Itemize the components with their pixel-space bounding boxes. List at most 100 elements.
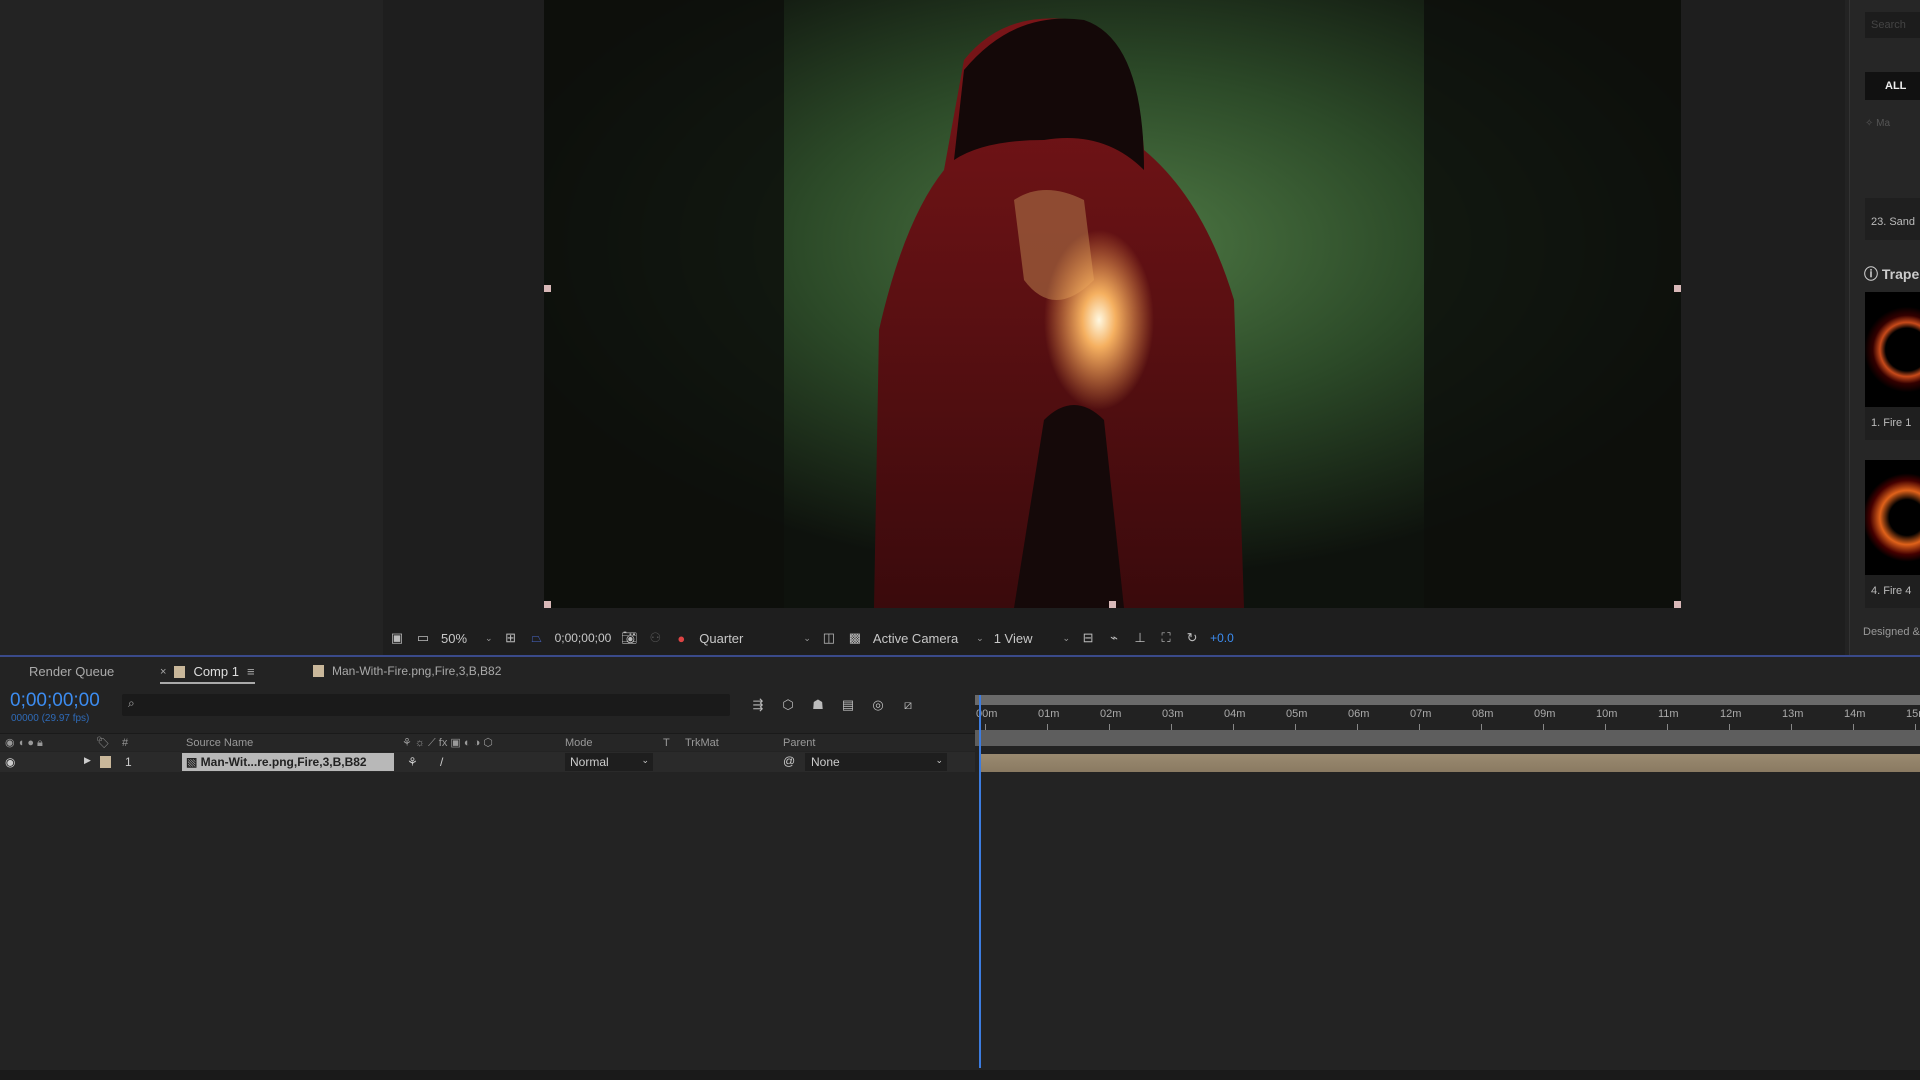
item-card[interactable]: 23. Sand bbox=[1865, 198, 1920, 240]
safe-margins-icon[interactable]: ⊞ bbox=[503, 630, 519, 646]
label-tag-icon: 🏷︎ bbox=[96, 737, 110, 749]
motion-blur-icon[interactable]: ◎ bbox=[870, 697, 886, 713]
ruler-tick: 12m bbox=[1720, 708, 1741, 730]
current-time[interactable]: 0;00;00;00 bbox=[555, 631, 612, 645]
search-input[interactable]: Search bbox=[1865, 12, 1920, 38]
column-parent: Parent bbox=[783, 737, 816, 749]
magic-wand-icon: ✧ bbox=[1865, 118, 1877, 129]
tab-footage[interactable]: Man-With-Fire.png,Fire,3,B,B82 bbox=[313, 664, 501, 678]
item-card[interactable]: 4. Fire 4 bbox=[1865, 460, 1920, 608]
parent-value: None bbox=[811, 755, 840, 769]
region-of-interest-icon[interactable]: ◫ bbox=[821, 630, 837, 646]
layer-duration-bar[interactable] bbox=[980, 754, 1920, 772]
ruler-tick: 07m bbox=[1410, 708, 1431, 730]
work-area-bar[interactable] bbox=[975, 695, 1920, 705]
draft-3d-icon[interactable]: ⬡ bbox=[780, 697, 796, 713]
footage-icon: ▧ bbox=[186, 755, 201, 769]
quality-switch-icon[interactable]: / bbox=[440, 755, 443, 769]
tab-label: Comp 1 bbox=[193, 664, 239, 679]
resolution-dropdown[interactable]: Quarter ⌄ bbox=[699, 631, 811, 646]
composition-image[interactable] bbox=[544, 0, 1681, 608]
reset-exposure-icon[interactable]: ↻ bbox=[1184, 630, 1200, 646]
layer-number: 1 bbox=[125, 755, 132, 769]
close-icon[interactable]: × bbox=[160, 666, 166, 678]
view-layout-dropdown[interactable]: 1 View ⌄ bbox=[994, 631, 1070, 646]
ruler-tick: 15m bbox=[1906, 708, 1920, 730]
column-source-name[interactable]: Source Name bbox=[186, 737, 253, 749]
pickwhip-icon[interactable]: @ bbox=[783, 754, 795, 768]
magic-label[interactable]: ✧ Ma bbox=[1865, 118, 1890, 129]
shy-layers-icon[interactable]: ☗ bbox=[810, 697, 826, 713]
timeline-icon[interactable]: ⊥ bbox=[1132, 630, 1148, 646]
tab-label: Man-With-Fire.png,Fire,3,B,B82 bbox=[332, 664, 502, 678]
mode-value: Normal bbox=[570, 755, 609, 769]
item-card[interactable]: 1. Fire 1 bbox=[1865, 292, 1920, 440]
menu-icon[interactable]: ≡ bbox=[247, 664, 255, 679]
collapse-switch-icon[interactable]: ⚘ bbox=[407, 755, 418, 769]
tab-comp-1[interactable]: × Comp 1 ≡ bbox=[160, 664, 255, 684]
viewer-toolbar: ▣ ▭ 50% ⌄ ⊞ ⏢ 0;00;00;00 📷︎ ⚇ ● Quarter ⌄ … bbox=[383, 624, 1845, 652]
item-label: 4. Fire 4 bbox=[1871, 585, 1912, 597]
label-swatch[interactable] bbox=[100, 756, 111, 768]
composition-viewer[interactable]: ▣ ▭ 50% ⌄ ⊞ ⏢ 0;00;00;00 📷︎ ⚇ ● Quarter ⌄ … bbox=[383, 0, 1845, 655]
mask-visibility-icon[interactable]: ⏢ bbox=[529, 630, 545, 646]
frame-blending-icon[interactable]: ▤ bbox=[840, 697, 856, 713]
channels-icon[interactable]: ● bbox=[673, 630, 689, 646]
ruler-tick: 06m bbox=[1348, 708, 1369, 730]
fire-thumbnail bbox=[1865, 460, 1920, 575]
item-label: 1. Fire 1 bbox=[1871, 417, 1912, 429]
magnification-dropdown[interactable]: 50% ⌄ bbox=[441, 631, 493, 646]
tab-render-queue[interactable]: Render Queue bbox=[29, 664, 114, 679]
eye-icon[interactable]: ◉ bbox=[5, 755, 15, 769]
time-navigator[interactable] bbox=[975, 730, 1920, 746]
fast-previews-icon[interactable]: ⌁ bbox=[1106, 630, 1122, 646]
show-snapshot-icon[interactable]: ⚇ bbox=[647, 630, 663, 646]
ruler-tick: 01m bbox=[1038, 708, 1059, 730]
ruler-tick: 11m bbox=[1658, 708, 1679, 730]
ruler-tick: 03m bbox=[1162, 708, 1183, 730]
ruler-tick: 08m bbox=[1472, 708, 1493, 730]
column-trkmat: TrkMat bbox=[685, 737, 719, 749]
ruler-tick: 04m bbox=[1224, 708, 1245, 730]
current-time-display[interactable]: 0;00;00;00 bbox=[10, 690, 100, 712]
fire-thumbnail bbox=[1865, 292, 1920, 407]
switches-icons: ⚘ ☼ ⟋ fx ▣ ◐ ◑ ⬡ bbox=[402, 737, 493, 749]
resolution-value: Quarter bbox=[699, 630, 744, 646]
column-mode: Mode bbox=[565, 737, 593, 749]
layer-search-input[interactable]: ⌕ bbox=[122, 694, 730, 716]
transparency-grid-icon[interactable]: ▩ bbox=[847, 630, 863, 646]
toggle-pixel-aspect-icon[interactable]: ⊟ bbox=[1080, 630, 1096, 646]
timeline-tools: ⇶ ⬡ ☗ ▤ ◎ ⧄ bbox=[750, 697, 916, 713]
playhead[interactable] bbox=[979, 695, 981, 1068]
item-label: 23. Sand bbox=[1871, 216, 1916, 228]
exposure-value[interactable]: +0.0 bbox=[1210, 631, 1234, 645]
ruler-tick: 10m bbox=[1596, 708, 1617, 730]
display-icon[interactable]: ▭ bbox=[415, 630, 431, 646]
filter-all-button[interactable]: ALL bbox=[1865, 72, 1920, 100]
layer-name[interactable]: ▧ Man-Wit...re.png,Fire,3,B,B82 bbox=[182, 753, 394, 771]
ruler-tick: 05m bbox=[1286, 708, 1307, 730]
section-text: Trape bbox=[1881, 266, 1920, 282]
graph-editor-icon[interactable]: ⧄ bbox=[900, 697, 916, 713]
project-panel bbox=[0, 0, 380, 655]
frame-rate: 00000 (29.97 fps) bbox=[11, 713, 90, 724]
footer-text: Designed & bbox=[1863, 626, 1920, 638]
chevron-down-icon: ⌄ bbox=[1062, 632, 1071, 643]
ruler-tick: 02m bbox=[1100, 708, 1121, 730]
chevron-down-icon: ⌄ bbox=[485, 632, 493, 643]
section-heading: ⓘ Trape bbox=[1864, 264, 1919, 284]
composition-flowchart-icon[interactable]: ⇶ bbox=[750, 697, 766, 713]
snapshot-icon[interactable]: 📷︎ bbox=[621, 630, 638, 646]
parent-dropdown[interactable]: None ⌄ bbox=[805, 753, 947, 771]
mode-dropdown[interactable]: Normal ⌄ bbox=[565, 753, 653, 771]
layer-name-text: Man-Wit...re.png,Fire,3,B,B82 bbox=[200, 755, 367, 769]
ruler-tick: 09m bbox=[1534, 708, 1555, 730]
panel-divider[interactable] bbox=[0, 655, 1920, 657]
always-preview-icon[interactable]: ▣ bbox=[389, 630, 405, 646]
expand-triangle-icon[interactable]: ▶ bbox=[84, 755, 91, 766]
flowchart-icon[interactable]: ⛶ bbox=[1158, 630, 1174, 646]
table-row[interactable]: ◉ ▶ 1 ▧ Man-Wit...re.png,Fire,3,B,B82 ⚘ … bbox=[0, 752, 975, 772]
column-t: T bbox=[663, 737, 670, 749]
column-number: # bbox=[122, 737, 129, 749]
camera-dropdown[interactable]: Active Camera ⌄ bbox=[873, 631, 984, 646]
